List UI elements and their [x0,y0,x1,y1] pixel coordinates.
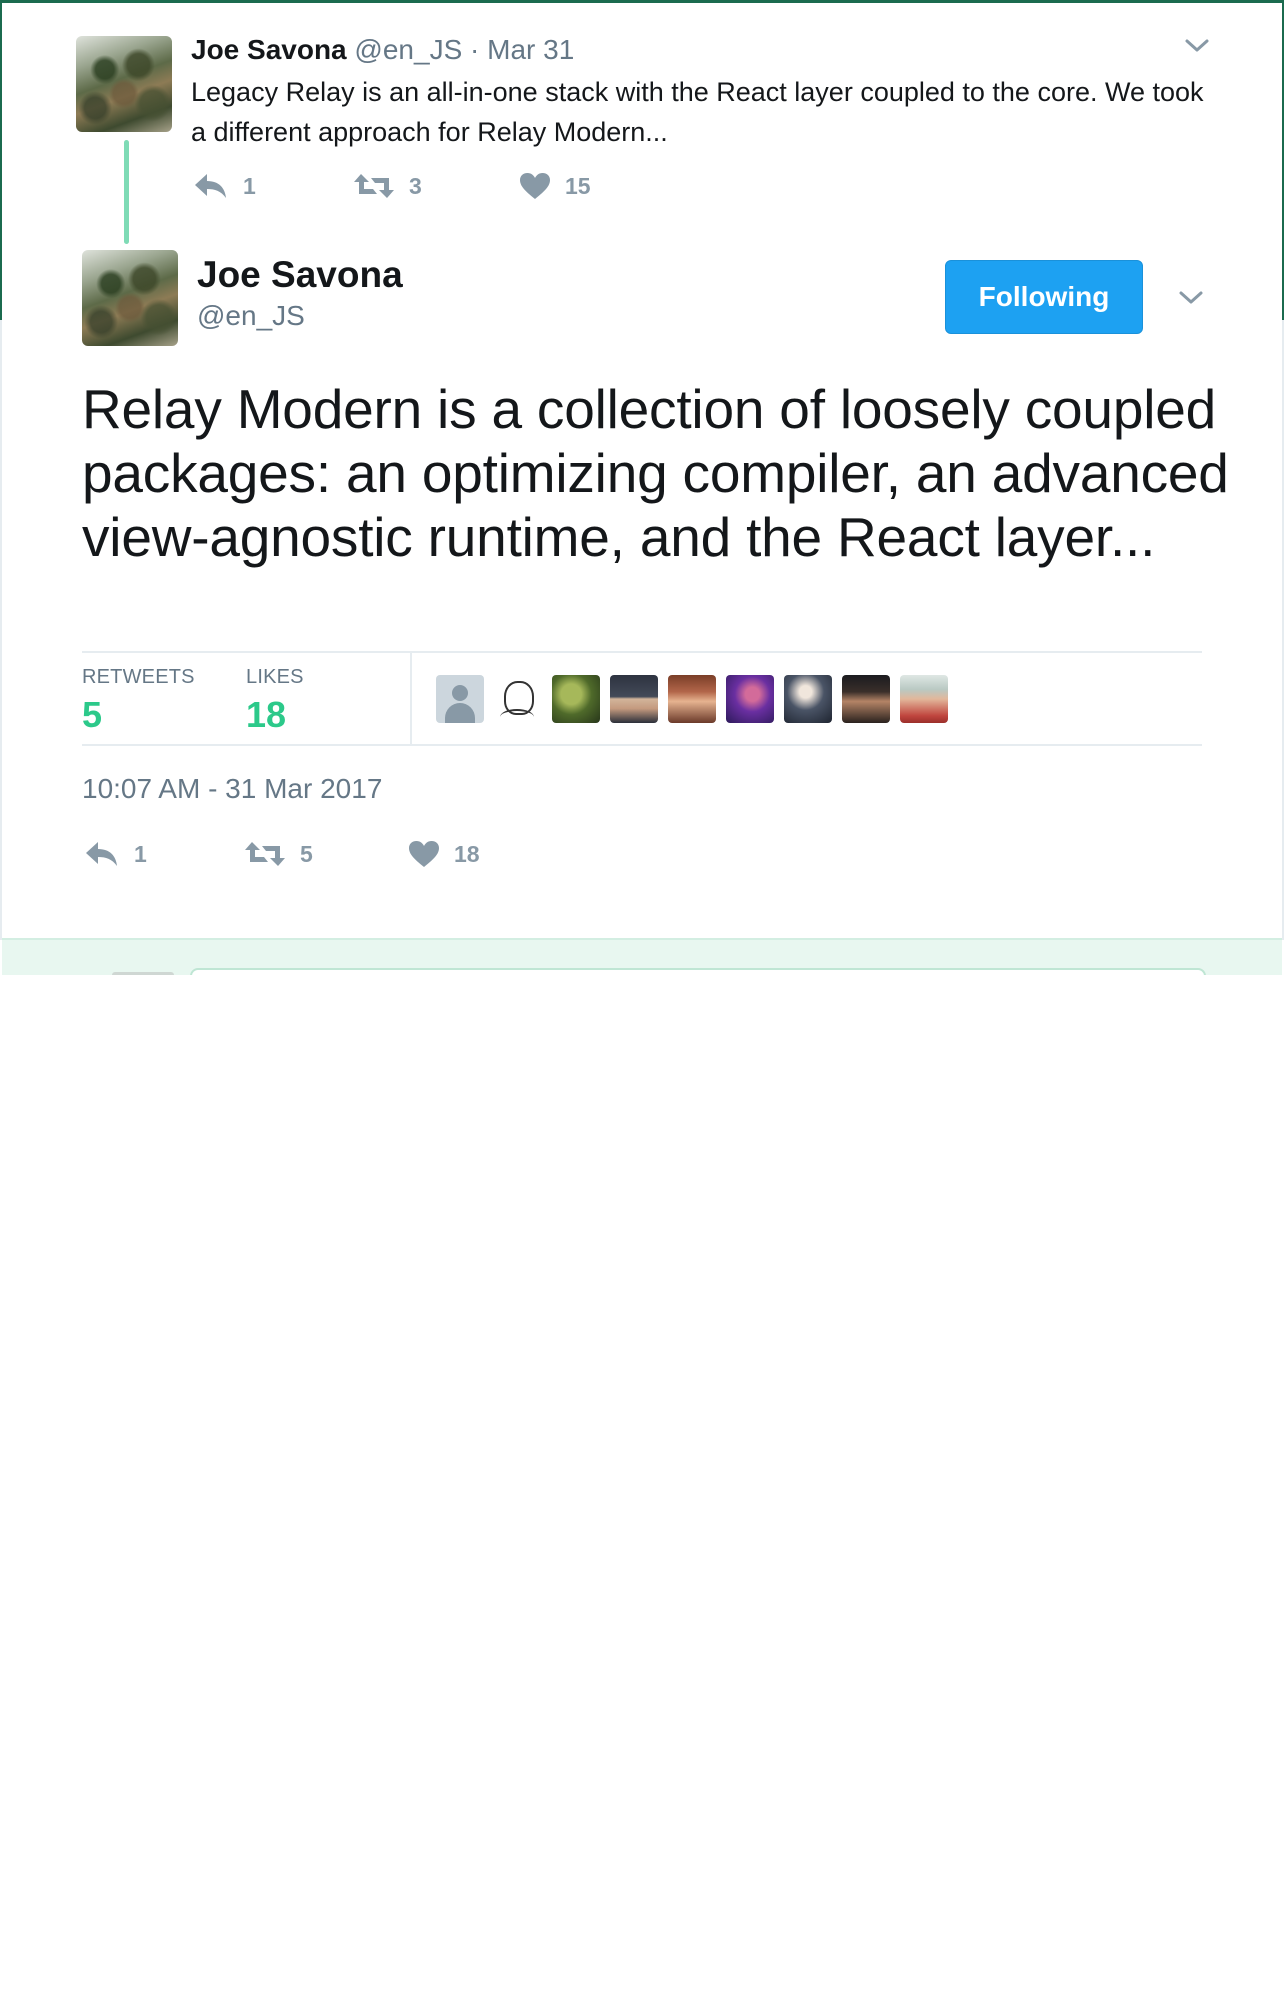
heart-icon [520,173,550,199]
reply-button[interactable]: 1 [193,172,353,200]
parent-tweet-author-name[interactable]: Joe Savona [191,34,347,65]
following-button[interactable]: Following [945,260,1143,334]
frame-border-top [0,0,1284,3]
reply-composer-avatar [112,972,174,975]
likes-stat-value[interactable]: 18 [246,694,286,736]
retweet-count: 5 [300,840,313,867]
chevron-down-icon[interactable] [1184,38,1210,54]
parent-tweet-avatar[interactable] [76,36,172,132]
liker-avatar[interactable] [436,675,484,723]
stats-divider-top [82,651,1202,653]
liker-avatar[interactable] [668,675,716,723]
liker-avatar[interactable] [900,675,948,723]
liker-avatar[interactable] [784,675,832,723]
retweet-icon [354,174,394,198]
liker-avatar[interactable] [726,675,774,723]
like-button[interactable]: 18 [408,840,480,868]
reply-icon [195,174,226,198]
frame-border-left-light [0,320,2,940]
parent-tweet-header: Joe Savona @en_JS · Mar 31 [191,34,574,66]
reply-count: 1 [134,840,147,867]
parent-tweet-date[interactable]: Mar 31 [487,34,574,65]
like-count: 15 [565,172,591,199]
liker-avatar[interactable] [552,675,600,723]
liker-avatar[interactable] [494,675,542,723]
retweet-button[interactable]: 5 [244,840,408,868]
tweet-timestamp[interactable]: 10:07 AM - 31 Mar 2017 [82,773,382,805]
retweets-stat-value[interactable]: 5 [82,694,102,736]
retweet-icon [245,842,285,866]
heart-icon [409,841,439,867]
likes-stat-label[interactable]: LIKES [246,666,304,689]
main-tweet-avatar[interactable] [82,250,178,346]
parent-tweet-author-handle[interactable]: @en_JS [354,34,462,65]
tweet-permalink: Joe Savona @en_JS · Mar 31 Legacy Relay … [0,0,1284,975]
parent-tweet-text: Legacy Relay is an all-in-one stack with… [191,77,1204,147]
liker-avatar[interactable] [610,675,658,723]
thread-connector-line [124,140,129,244]
like-button[interactable]: 15 [519,172,591,200]
reply-count: 1 [243,172,256,199]
main-tweet-actions: 1 5 18 [84,840,480,868]
header-separator: · [470,34,480,65]
retweets-stat-label[interactable]: RETWEETS [82,666,195,689]
reply-button[interactable]: 1 [84,840,244,868]
liker-avatars [436,675,948,723]
retweet-button[interactable]: 3 [353,172,519,200]
retweet-count: 3 [409,172,422,199]
reply-icon [86,842,117,866]
parent-tweet-actions: 1 3 15 [193,172,591,200]
liker-avatar[interactable] [842,675,890,723]
chevron-down-icon[interactable] [1178,290,1204,306]
frame-border-left [0,0,2,320]
stats-divider-bottom [82,744,1202,746]
main-tweet-text: Relay Modern is a collection of loosely … [82,378,1229,568]
main-tweet-author-handle[interactable]: @en_JS [197,300,305,332]
stats-divider-vertical [410,653,412,744]
like-count: 18 [454,840,480,867]
reply-input[interactable] [190,968,1206,975]
main-tweet-author-name[interactable]: Joe Savona [197,254,403,296]
